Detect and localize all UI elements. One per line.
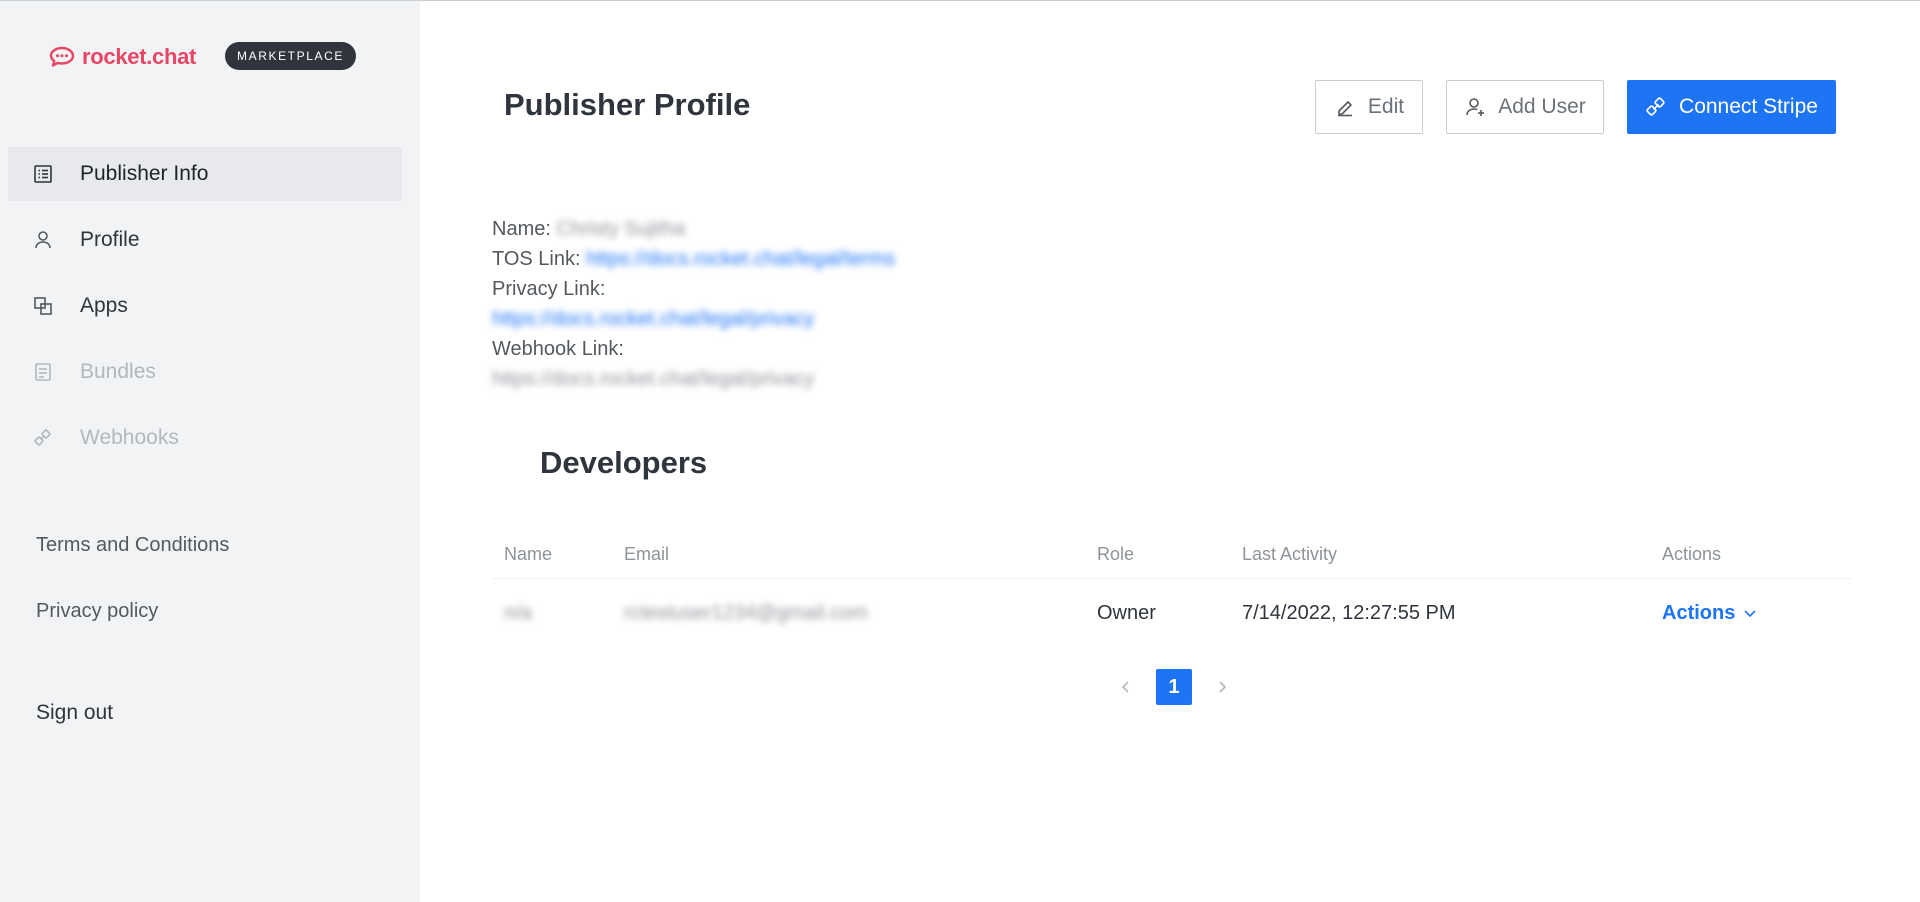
add-user-icon (1464, 96, 1486, 118)
marketplace-badge: MARKETPLACE (225, 42, 356, 70)
brand-logo-link[interactable]: rocket.chat (48, 43, 196, 71)
chevron-right-icon (1219, 681, 1227, 693)
publisher-name-row: Name: Christy Sujitha (492, 214, 895, 244)
sidebar-item-bundles: Bundles (8, 345, 402, 399)
developers-table: Name Email Role Last Activity Actions n/… (492, 531, 1852, 647)
sign-out-button[interactable]: Sign out (36, 701, 113, 725)
link-icon (1645, 96, 1667, 118)
connect-stripe-button[interactable]: Connect Stripe (1627, 80, 1836, 134)
terms-link[interactable]: Terms and Conditions (36, 523, 229, 567)
developers-title: Developers (540, 445, 708, 480)
brand-name: rocket.chat (82, 44, 197, 69)
table-header: Name Email Role Last Activity Actions (492, 531, 1852, 579)
privacy-label: Privacy Link: (492, 278, 606, 300)
sidebar-item-label: Publisher Info (80, 162, 209, 185)
add-user-button-label: Add User (1498, 95, 1586, 118)
sidebar-footer-links: Terms and Conditions Privacy policy (36, 523, 229, 655)
actions-dropdown[interactable]: Actions (1662, 602, 1757, 625)
actions-dropdown-label: Actions (1662, 601, 1736, 624)
user-icon (32, 229, 54, 251)
webhook-link-row: Webhook Link: (492, 334, 895, 364)
sidebar-item-publisher-info[interactable]: Publisher Info (8, 147, 402, 201)
list-icon (32, 163, 54, 185)
developer-name: n/a (504, 601, 532, 624)
sidebar: rocket.chat MARKETPLACE Publisher Info P… (0, 1, 420, 902)
pagination-prev-button[interactable] (1110, 669, 1142, 705)
privacy-link[interactable]: https://docs.rocket.chat/legal/privacy (492, 304, 814, 334)
chevron-left-icon (1121, 681, 1129, 693)
column-header-actions: Actions (1662, 544, 1722, 564)
page-title: Publisher Profile (504, 87, 751, 122)
chevron-down-icon (1744, 610, 1756, 618)
sidebar-item-profile[interactable]: Profile (8, 213, 402, 267)
edit-button-label: Edit (1367, 95, 1405, 118)
pencil-icon (1334, 96, 1356, 118)
privacy-link-value-row: https://docs.rocket.chat/legal/privacy (492, 304, 895, 334)
sidebar-item-label: Profile (80, 228, 140, 251)
connect-stripe-button-label: Connect Stripe (1679, 95, 1818, 118)
column-header-last-activity: Last Activity (1242, 544, 1338, 564)
tos-link-row: TOS Link: https://docs.rocket.chat/legal… (492, 244, 895, 274)
add-user-button[interactable]: Add User (1446, 80, 1604, 134)
sidebar-nav: Publisher Info Profile Apps Bundles Webh… (8, 147, 402, 477)
column-header-role: Role (1097, 544, 1135, 564)
webhook-link-value-row: https://docs.rocket.chat/legal/privacy (492, 364, 895, 394)
main-content: Publisher Profile Edit Add User Connect … (420, 1, 1920, 902)
name-value: Christy Sujitha (556, 218, 686, 240)
sidebar-item-apps[interactable]: Apps (8, 279, 402, 333)
name-label: Name: (492, 218, 551, 240)
column-header-email: Email (624, 544, 670, 564)
publisher-info: Name: Christy Sujitha TOS Link: https://… (492, 214, 895, 394)
sidebar-item-label: Webhooks (80, 426, 179, 449)
tos-label: TOS Link: (492, 248, 581, 270)
developer-email: rctestuser1234@gmail.com (624, 601, 868, 624)
webhook-icon (32, 427, 54, 449)
pagination-next-button[interactable] (1206, 669, 1238, 705)
edit-button[interactable]: Edit (1315, 80, 1423, 134)
developer-last-activity: 7/14/2022, 12:27:55 PM (1242, 601, 1456, 624)
developer-actions-cell: Actions (1650, 602, 1850, 625)
webhook-label: Webhook Link: (492, 338, 624, 360)
column-header-name: Name (504, 544, 553, 564)
sidebar-item-label: Apps (80, 294, 128, 317)
table-row: n/a rctestuser1234@gmail.com Owner 7/14/… (492, 579, 1852, 647)
pagination-page-button[interactable]: 1 (1156, 669, 1192, 705)
sidebar-item-label: Bundles (80, 360, 156, 383)
tos-link[interactable]: https://docs.rocket.chat/legal/terms (586, 244, 895, 274)
developer-name-cell: n/a (492, 602, 612, 625)
privacy-policy-link[interactable]: Privacy policy (36, 589, 229, 633)
privacy-link-row: Privacy Link: (492, 274, 895, 304)
apps-icon (32, 295, 54, 317)
bundle-icon (32, 361, 54, 383)
developer-role: Owner (1097, 601, 1156, 624)
sidebar-item-webhooks: Webhooks (8, 411, 402, 465)
developer-email-cell: rctestuser1234@gmail.com (612, 602, 1085, 625)
rocket-chat-logo-icon (49, 46, 75, 67)
pagination: 1 (1110, 669, 1238, 705)
webhook-link-value: https://docs.rocket.chat/legal/privacy (492, 368, 815, 390)
